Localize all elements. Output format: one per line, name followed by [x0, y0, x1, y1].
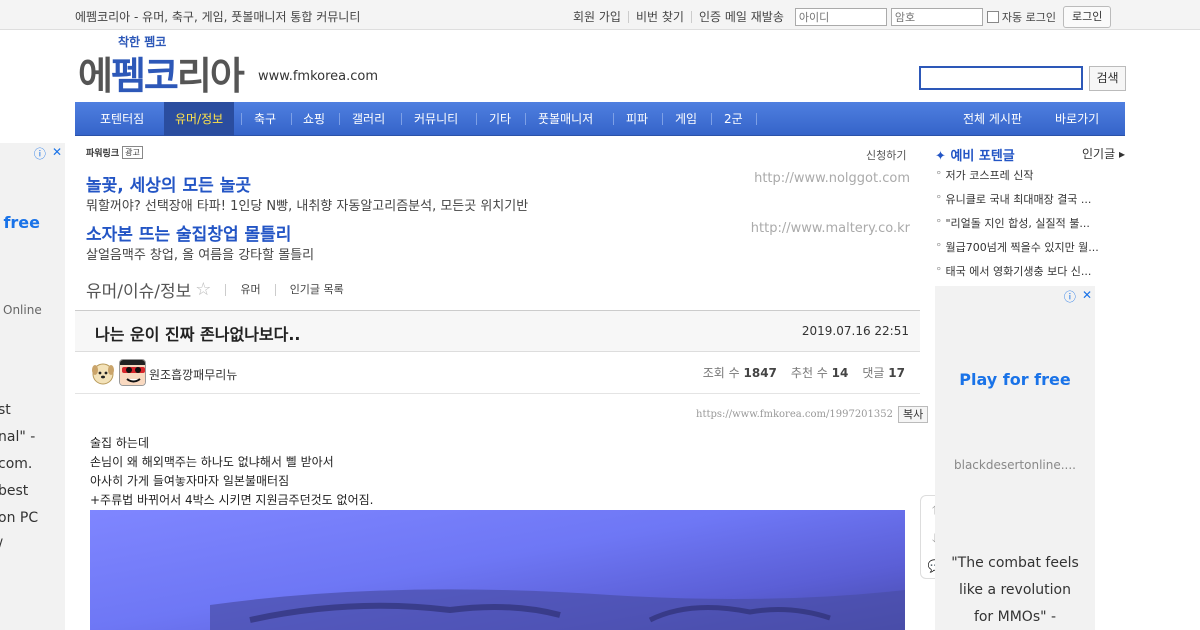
board-name[interactable]: 유머/이슈/정보 [86, 277, 191, 302]
right-ad-headline: Play for free [959, 370, 1071, 389]
list-item[interactable]: ° 월급700넘게 찍을수 있지만 월... [936, 238, 1122, 262]
left-ad-headline: free [3, 213, 40, 232]
resend-verification-link[interactable]: 인증 메일 재발송 [692, 11, 791, 23]
sidebar-title: ✦ 예비 포텐글 [935, 149, 1015, 164]
post-title: 나는 운이 진짜 존나없나보다.. [95, 325, 301, 344]
board-sub-popular[interactable]: 인기글 목록 [274, 283, 344, 296]
nav-item-potential[interactable]: 포텐터짐 [88, 102, 156, 136]
post-date: 2019.07.16 22:51 [801, 324, 909, 338]
logo-text: 에펨코리아 [78, 54, 245, 98]
caret-right-icon: ▸ [1118, 147, 1125, 161]
sparkle-icon: ✦ [935, 149, 946, 164]
comments-stat: 댓글 17 [862, 366, 905, 380]
post-body-line: 아사히 가게 들여놓자마자 일본불매터짐 [90, 474, 290, 488]
ad-title-1[interactable]: 놀꽃, 세상의 모든 놀곳 [86, 171, 251, 196]
board-header: 유머/이슈/정보 ☆ 유머 인기글 목록 [86, 277, 344, 302]
copy-url-button[interactable]: 복사 [898, 406, 929, 423]
ad-title-2[interactable]: 소자본 뜨는 술집창업 몰틀리 [86, 220, 291, 245]
sidebar-header: ✦ 예비 포텐글 인기글 ▸ [935, 144, 1125, 164]
main-navigation: 포텐터짐 유머/정보 축구 쇼핑 갤러리 커뮤니티 기타 풋볼매니저 피파 게임… [75, 102, 1125, 136]
level-icon [92, 363, 114, 385]
nav-item-football-manager[interactable]: 풋볼매니저 [538, 102, 593, 136]
left-ad-banner[interactable]: ⓘ ✕ free Online st nal" - com. best on P… [0, 143, 65, 630]
post-body-line: 손님이 왜 해외맥주는 하나도 없냐해서 삘 받아서 [90, 455, 334, 469]
post-body: 술집 하는데 손님이 왜 해외맥주는 하나도 없냐해서 삘 받아서 아사히 가게… [90, 434, 373, 510]
powerlink-apply-link[interactable]: 신청하기 [866, 147, 906, 163]
avatar[interactable] [119, 359, 146, 386]
nav-item-gallery[interactable]: 갤러리 [352, 102, 385, 136]
list-item[interactable]: ° 태국 에서 영화기생충 보다 신... [936, 262, 1122, 286]
login-button[interactable]: 로그인 [1063, 6, 1112, 28]
login-area: 회원 가입 비번 찾기 인증 메일 재발송 자동 로그인 로그인 [566, 6, 1112, 28]
left-ad-source: Online [3, 303, 42, 317]
logo-domain: www.fmkorea.com [258, 69, 379, 84]
ad-desc-2: 살얼음맥주 창업, 올 여름을 강타할 몰틀리 [86, 248, 315, 263]
nav-item-etc[interactable]: 기타 [489, 102, 511, 136]
post-body-line: +주류법 바뀌어서 4박스 시키면 지원금주던것도 없어짐. [90, 493, 374, 507]
password-input[interactable] [890, 8, 983, 26]
post-title-bar: 나는 운이 진짜 존나없나보다.. 2019.07.16 22:51 [75, 311, 920, 352]
ad-desc-1: 뭐할꺼야? 선택장애 타파! 1인당 N빵, 내취향 자동알고리즘분석, 모든곳… [86, 199, 529, 214]
nav-item-all-boards[interactable]: 전체 게시판 [963, 102, 1022, 136]
nav-item-community[interactable]: 커뮤니티 [414, 102, 458, 136]
nav-item-game[interactable]: 게임 [675, 102, 697, 136]
sidebar-more-link[interactable]: 인기글 ▸ [1082, 145, 1125, 162]
post-image[interactable] [90, 510, 905, 630]
right-ad-quote: "The combat feels like a revolution for … [951, 555, 1079, 625]
signup-link[interactable]: 회원 가입 [566, 11, 629, 23]
sidebar-list: ° 저가 코스프레 신작 ° 유니클로 국내 최대매장 결국 ... ° "리얼돌 지… [936, 166, 1122, 286]
right-ad-banner[interactable]: ⓘ ✕ Play for free blackdesertonline.... … [935, 286, 1095, 630]
views-stat: 조회 수 1847 [702, 366, 777, 380]
info-icon[interactable]: ⓘ [1064, 288, 1076, 305]
ad-url-1[interactable]: http://www.nolggot.com [754, 171, 910, 186]
recommend-stat: 추천 수 14 [790, 366, 849, 380]
close-icon[interactable]: ✕ [52, 145, 62, 162]
list-item[interactable]: ° "리얼돌 지인 합성, 실질적 불... [936, 214, 1122, 238]
author-nickname[interactable]: 원조흡깡패무리뉴 [149, 366, 237, 383]
powerlink-label: 파워링크 광고 [86, 146, 143, 159]
nav-item-shopping[interactable]: 쇼핑 [303, 102, 325, 136]
nav-item-minor-league[interactable]: 2군 [724, 102, 743, 136]
nav-item-soccer[interactable]: 축구 [254, 102, 276, 136]
ad-badge: 광고 [122, 146, 143, 159]
find-password-link[interactable]: 비번 찾기 [629, 11, 692, 23]
post-url-row: https://www.fmkorea.com/1997201352 복사 [696, 406, 929, 423]
list-item[interactable]: ° 저가 코스프레 신작 [936, 166, 1122, 190]
auto-login-label: 자동 로그인 [1001, 11, 1056, 24]
post-author-row: 원조흡깡패무리뉴 조회 수 1847 추천 수 14 댓글 17 [75, 352, 920, 394]
left-ad-text: st nal" - com. best on PC / [0, 402, 39, 553]
auto-login-checkbox[interactable] [986, 11, 999, 23]
post-body-line: 술집 하는데 [90, 436, 150, 450]
board-sub-humor[interactable]: 유머 [225, 283, 261, 296]
right-ad-url: blackdesertonline.... [954, 458, 1076, 472]
auto-login-toggle[interactable]: 자동 로그인 [986, 9, 1056, 25]
site-description: 에펨코리아 - 유머, 축구, 게임, 풋볼매니저 통합 커뮤니티 [75, 10, 361, 24]
info-icon[interactable]: ⓘ [34, 145, 46, 162]
list-item[interactable]: ° 유니클로 국내 최대매장 결국 ... [936, 190, 1122, 214]
user-id-input[interactable] [794, 8, 887, 26]
nav-item-shortcuts[interactable]: 바로가기 [1055, 102, 1099, 136]
search-input[interactable] [919, 66, 1083, 90]
top-utility-bar: 에펨코리아 - 유머, 축구, 게임, 풋볼매니저 통합 커뮤니티 회원 가입 … [0, 0, 1200, 30]
nav-item-fifa[interactable]: 피파 [626, 102, 648, 136]
star-icon[interactable]: ☆ [195, 279, 211, 300]
nav-item-humor-info[interactable]: 유머/정보 [164, 102, 235, 136]
search-button[interactable]: 검색 [1089, 66, 1126, 91]
close-icon[interactable]: ✕ [1082, 288, 1092, 305]
post-url[interactable]: https://www.fmkorea.com/1997201352 [696, 409, 893, 420]
post-stats: 조회 수 1847 추천 수 14 댓글 17 [703, 364, 905, 381]
ad-url-2[interactable]: http://www.maltery.co.kr [751, 221, 910, 236]
